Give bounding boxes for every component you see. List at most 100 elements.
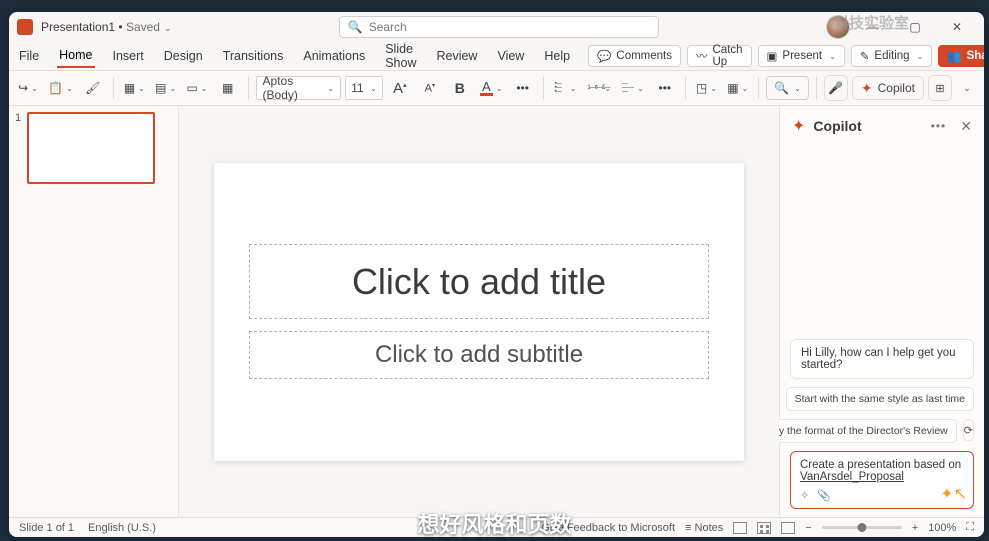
more-font-button[interactable]: ••• xyxy=(510,75,536,101)
copilot-reference-link[interactable]: VanArsdel_Proposal xyxy=(800,471,904,483)
arrange-icon: ▦ xyxy=(727,81,738,95)
copilot-ribbon-button[interactable]: ✦Copilot xyxy=(852,76,924,100)
layout-icon: ▤ xyxy=(155,81,166,95)
tab-slideshow[interactable]: Slide Show xyxy=(383,38,418,74)
format-painter-button[interactable]: 🖌 xyxy=(80,75,106,101)
thumbnail-number: 1 xyxy=(15,112,21,184)
language-indicator[interactable]: English (U.S.) xyxy=(88,522,156,534)
align-button[interactable]: ⌄ xyxy=(618,75,648,101)
reading-view-icon[interactable] xyxy=(781,522,795,534)
designer-button[interactable]: ⊞ xyxy=(928,75,952,101)
search-icon: 🔍 xyxy=(348,20,363,34)
sparkle-icon[interactable]: ✧ xyxy=(800,489,809,502)
decrease-font-button[interactable]: A▾ xyxy=(417,75,443,101)
designer-icon: ⊞ xyxy=(935,82,944,95)
shapes-icon: ◳ xyxy=(696,81,707,95)
share-button[interactable]: 👥Share⌄ xyxy=(938,45,984,67)
reuse-button[interactable]: ▦ xyxy=(215,75,241,101)
fit-to-window-button[interactable]: ⛶ xyxy=(966,521,974,534)
title-placeholder[interactable]: Click to add title xyxy=(249,244,709,319)
watermark-text: 科技实验室 xyxy=(834,12,909,33)
tab-help[interactable]: Help xyxy=(542,45,572,67)
tab-file[interactable]: File xyxy=(17,45,41,67)
close-button[interactable]: ✕ xyxy=(938,14,976,40)
arrange-button[interactable]: ▦⌄ xyxy=(724,75,751,101)
copilot-menu-button[interactable]: ••• xyxy=(931,119,947,133)
refresh-icon: ⟳ xyxy=(964,424,973,437)
tab-review[interactable]: Review xyxy=(434,45,479,67)
slide-1[interactable]: Click to add title Click to add subtitle xyxy=(214,163,744,461)
subtitle-placeholder[interactable]: Click to add subtitle xyxy=(249,331,709,379)
copilot-spark-icon: ✦ xyxy=(861,80,873,97)
new-slide-button[interactable]: ▦⌄ xyxy=(121,75,148,101)
copilot-input[interactable]: Create a presentation based on VanArsdel… xyxy=(790,451,974,509)
thumbnail-panel: 1 xyxy=(9,106,179,517)
comments-button[interactable]: 💬Comments xyxy=(588,45,681,67)
copilot-suggestion-1[interactable]: Start with the same style as last time xyxy=(786,387,974,411)
ribbon-collapse-button[interactable]: ⌄ xyxy=(956,76,978,100)
share-icon: 👥 xyxy=(947,49,961,63)
copilot-suggestion-2[interactable]: Copy the format of the Director's Review xyxy=(751,419,957,443)
sorter-view-icon[interactable] xyxy=(757,522,771,534)
numbering-icon xyxy=(587,86,601,90)
slide-canvas: Click to add title Click to add subtitle xyxy=(179,106,779,517)
refresh-suggestions-button[interactable]: ⟳ xyxy=(963,419,974,441)
numbering-button[interactable]: ⌄ xyxy=(584,75,614,101)
normal-view-icon[interactable] xyxy=(733,522,747,534)
zoom-in-button[interactable]: + xyxy=(912,522,918,534)
tab-home[interactable]: Home xyxy=(57,44,94,68)
thumbnail-slide-1[interactable] xyxy=(27,112,155,184)
section-icon: ▭ xyxy=(186,81,197,95)
bullets-button[interactable]: ⌄ xyxy=(551,75,581,101)
align-icon xyxy=(622,82,634,94)
mic-icon: 🎤 xyxy=(828,81,843,95)
brush-icon: 🖌 xyxy=(85,81,100,95)
tab-insert[interactable]: Insert xyxy=(111,45,146,67)
slide-counter[interactable]: Slide 1 of 1 xyxy=(19,522,74,534)
copilot-close-button[interactable]: ✕ xyxy=(960,118,972,135)
menubar: File Home Insert Design Transitions Anim… xyxy=(9,42,984,70)
clipboard-icon: 📋 xyxy=(48,81,63,95)
document-title[interactable]: Presentation1 • Saved⌄ xyxy=(41,20,172,34)
paste-button[interactable]: 📋⌄ xyxy=(45,75,76,101)
catchup-icon: 〰 xyxy=(696,48,708,64)
ribbon: ↩⌄ 📋⌄ 🖌 ▦⌄ ▤⌄ ▭⌄ ▦ Aptos (Body)⌄ 11⌄ A▴ … xyxy=(9,70,984,106)
copilot-greeting: Hi Lilly, how can I help get you started… xyxy=(790,339,974,379)
tab-design[interactable]: Design xyxy=(162,45,205,67)
font-size-select[interactable]: 11⌄ xyxy=(345,76,383,100)
zoom-out-button[interactable]: − xyxy=(805,522,811,534)
section-button[interactable]: ▭⌄ xyxy=(183,75,210,101)
new-slide-icon: ▦ xyxy=(124,81,135,95)
copilot-logo-icon: ✦ xyxy=(792,116,805,136)
notes-toggle[interactable]: ≡ Notes xyxy=(685,522,723,534)
bold-button[interactable]: B xyxy=(447,75,473,101)
present-button[interactable]: ▣Present⌄ xyxy=(758,45,845,67)
font-family-select[interactable]: Aptos (Body)⌄ xyxy=(256,76,342,100)
tab-animations[interactable]: Animations xyxy=(301,45,367,67)
attach-icon[interactable]: 📎 xyxy=(817,489,831,502)
find-icon: 🔍 xyxy=(774,81,789,95)
present-icon: ▣ xyxy=(767,49,778,63)
bullets-icon xyxy=(555,82,567,94)
dictate-button[interactable]: 🎤 xyxy=(824,75,848,101)
font-color-button[interactable]: A⌄ xyxy=(477,75,506,101)
undo-icon: ↩ xyxy=(18,81,28,95)
undo-button[interactable]: ↩⌄ xyxy=(15,75,41,101)
app-icon xyxy=(17,19,33,35)
cursor-sparkle-icon: ✦↖ xyxy=(940,484,967,504)
editing-button[interactable]: ✎Editing⌄ xyxy=(851,45,933,67)
increase-font-button[interactable]: A▴ xyxy=(387,75,413,101)
zoom-slider[interactable] xyxy=(822,526,902,529)
catchup-button[interactable]: 〰Catch Up xyxy=(687,45,752,67)
tab-view[interactable]: View xyxy=(495,45,526,67)
layout-button[interactable]: ▤⌄ xyxy=(152,75,179,101)
reuse-icon: ▦ xyxy=(222,81,233,95)
shapes-button[interactable]: ◳⌄ xyxy=(693,75,720,101)
tab-transitions[interactable]: Transitions xyxy=(221,45,286,67)
feedback-link[interactable]: Give Feedback to Microsoft xyxy=(541,522,675,534)
find-button[interactable]: 🔍⌄ xyxy=(766,76,809,100)
statusbar: Slide 1 of 1 English (U.S.) Give Feedbac… xyxy=(9,517,984,537)
search-input[interactable]: 🔍 Search xyxy=(339,16,659,38)
more-paragraph-button[interactable]: ••• xyxy=(652,75,678,101)
zoom-level[interactable]: 100% xyxy=(928,522,956,534)
